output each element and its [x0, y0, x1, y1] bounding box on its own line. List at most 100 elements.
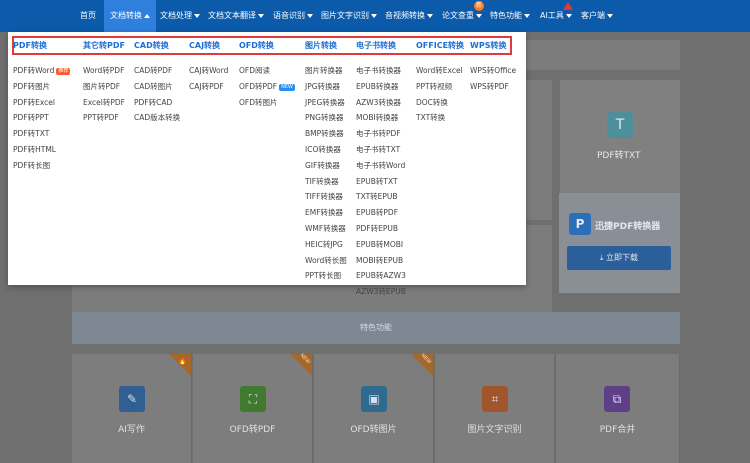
menu-item-label: HEIC转JPG — [305, 239, 343, 249]
menu-item[interactable]: PDF转HTML — [13, 144, 70, 160]
menu-item[interactable]: PDF转Word 推荐 — [13, 65, 71, 81]
chevron-down-icon — [258, 13, 264, 18]
menu-item[interactable]: PPT转PDF — [83, 112, 125, 128]
nav-label: 文档转换 — [110, 11, 142, 20]
menu-item[interactable]: BMP转换器 — [305, 128, 347, 144]
menu-item[interactable]: Word转PDF — [83, 65, 125, 81]
menu-item[interactable]: EPUB转PDF — [356, 207, 406, 223]
menu-item[interactable]: 电子书转TXT — [356, 144, 406, 160]
menu-item-label: CAD版本转换 — [134, 113, 181, 123]
menu-list: PDF转Word 推荐 PDF转图片 PDF转Excel PDF转PPT PDF转TXT P… — [13, 65, 71, 176]
menu-item[interactable]: 电子书转换器 — [356, 65, 406, 81]
menu-item[interactable]: 电子书转PDF — [356, 128, 406, 144]
menu-item[interactable]: OFD转图片 — [239, 97, 295, 113]
menu-item[interactable]: CAJ转PDF — [189, 81, 228, 97]
menu-item[interactable]: PDF转EPUB — [356, 223, 406, 239]
menu-item[interactable]: EPUB转TXT — [356, 176, 406, 192]
menu-item[interactable]: PDF转TXT — [13, 128, 70, 144]
menu-item[interactable]: PNG转换器 — [305, 112, 347, 128]
menu-item-label: 电子书转TXT — [356, 144, 401, 154]
menu-item[interactable]: 图片转换器 — [305, 65, 347, 81]
nav-client[interactable]: 客户端 — [581, 0, 613, 32]
menu-item[interactable]: PDF转图片 — [13, 81, 70, 97]
menu-list: 图片转换器 JPG转换器 JPEG转换器 PNG转换器 BMP转换器 ICO转换器 GIF转… — [305, 65, 347, 286]
menu-item[interactable]: AZW3转EPUB — [356, 286, 406, 302]
nav-home[interactable]: 首页 — [72, 0, 104, 32]
menu-item[interactable]: CAD转PDF — [134, 65, 180, 81]
pdf-to-txt-label: PDF转TXT — [597, 151, 641, 161]
nav-doc-process[interactable]: 文档处理 — [160, 0, 200, 32]
app-logo-icon: P — [569, 213, 591, 235]
menu-item[interactable]: EPUB转AZW3 — [356, 270, 406, 286]
menu-item[interactable]: EMF转换器 — [305, 207, 347, 223]
menu-item[interactable]: ICO转换器 — [305, 144, 347, 160]
menu-item[interactable]: WPS转Office — [470, 65, 516, 81]
menu-item[interactable]: EPUB转MOBI — [356, 239, 406, 255]
menu-item[interactable]: JPG转换器 — [305, 81, 347, 97]
nav-av[interactable]: 音视频转换 — [385, 0, 433, 32]
menu-item-label: DOC转换 — [416, 97, 448, 107]
menu-column-title[interactable]: CAD转换 — [134, 40, 180, 52]
menu-item[interactable]: PDF转CAD — [134, 97, 180, 113]
menu-column-title[interactable]: 电子书转换 — [356, 40, 406, 52]
menu-item-label: JPG转换器 — [305, 81, 341, 91]
menu-item[interactable]: WMF转换器 — [305, 223, 347, 239]
nav-doc-convert[interactable]: 文档转换 — [104, 0, 156, 32]
doc-convert-dropdown: PDF转换 PDF转Word 推荐 PDF转图片 PDF转Excel PDF转PPT PDF… — [8, 32, 526, 296]
menu-item-label: CAJ转Word — [189, 66, 229, 75]
menu-list: CAD转PDF CAD转图片 PDF转CAD CAD版本转换 — [134, 65, 180, 128]
card-image-ocr[interactable]: ⌗ 图片文字识别 — [435, 354, 555, 463]
menu-item[interactable]: 电子书转Word — [356, 160, 406, 176]
menu-item[interactable]: Excel转PDF — [83, 97, 125, 113]
menu-item[interactable]: MOBI转EPUB — [356, 255, 406, 271]
menu-item[interactable]: 图片转PDF — [83, 81, 125, 97]
card-ofd-to-pdf[interactable]: NEW ⛶ OFD转PDF — [193, 353, 313, 463]
nav-features[interactable]: 特色功能 — [490, 0, 530, 32]
menu-column-title[interactable]: OFD转换 — [239, 40, 295, 52]
menu-column-title[interactable]: CAJ转换 — [189, 40, 228, 52]
nav-speech[interactable]: 语音识别 — [273, 0, 313, 32]
menu-item[interactable]: CAD转图片 — [134, 81, 180, 97]
menu-item[interactable]: JPEG转换器 — [305, 97, 347, 113]
menu-item[interactable]: PPT转视频 — [416, 81, 464, 97]
menu-item[interactable]: TXT转EPUB — [356, 191, 406, 207]
menu-item[interactable]: MOBI转换器 — [356, 112, 406, 128]
menu-item[interactable]: DOC转换 — [416, 97, 464, 113]
menu-item-label: AZW3转换器 — [356, 97, 401, 107]
menu-item[interactable]: PDF转PPT — [13, 112, 70, 128]
chevron-down-icon — [476, 13, 482, 18]
menu-item[interactable]: CAJ转Word — [189, 65, 228, 81]
menu-item[interactable]: PDF转长图 — [13, 160, 70, 176]
menu-item[interactable]: Word转长图 — [305, 255, 347, 271]
menu-column-title[interactable]: 图片转换 — [305, 40, 347, 52]
card-pdf-merge[interactable]: ⧉ PDF合并 — [556, 354, 680, 463]
menu-item[interactable]: PPT转长图 — [305, 270, 347, 286]
menu-item[interactable]: CAD版本转换 — [134, 112, 180, 128]
menu-item[interactable]: TIFF转换器 — [305, 191, 347, 207]
download-label: 立即下载 — [606, 253, 639, 262]
menu-item[interactable]: PDF转Excel — [13, 97, 70, 113]
menu-item-label: OFD转PDF — [239, 81, 278, 91]
menu-column-title[interactable]: 其它转PDF — [83, 40, 125, 52]
menu-item[interactable]: HEIC转JPG — [305, 239, 347, 255]
menu-item[interactable]: GIF转换器 — [305, 160, 347, 176]
nav-translate[interactable]: 文档文本翻译 — [208, 0, 264, 32]
menu-column-title[interactable]: OFFICE转换 — [416, 40, 464, 52]
download-button[interactable]: ⤓ 立即下载 — [567, 246, 671, 270]
card-label: PDF合并 — [599, 425, 636, 435]
menu-column-title[interactable]: WPS转换 — [470, 40, 516, 52]
menu-item[interactable]: TXT转换 — [416, 112, 464, 128]
menu-item[interactable]: OFD转PDF NEW — [239, 81, 295, 97]
card-ai-writing[interactable]: 🔥 ✎ AI写作 — [72, 354, 192, 463]
menu-item[interactable]: OFD阅读 — [239, 65, 295, 81]
menu-item[interactable]: TIF转换器 — [305, 176, 347, 192]
menu-column-title[interactable]: PDF转换 — [13, 40, 70, 52]
card-ofd-to-image[interactable]: NEW ▣ OFD转图片 — [314, 353, 434, 463]
menu-item-label: Word转Excel — [416, 66, 463, 75]
menu-item[interactable]: AZW3转换器 — [356, 97, 406, 113]
menu-item-label: MOBI转EPUB — [356, 255, 404, 265]
nav-ocr[interactable]: 图片文字识别 — [321, 0, 377, 32]
menu-item[interactable]: EPUB转换器 — [356, 81, 406, 97]
menu-item[interactable]: Word转Excel — [416, 65, 464, 81]
menu-item[interactable]: WPS转PDF — [470, 81, 516, 97]
